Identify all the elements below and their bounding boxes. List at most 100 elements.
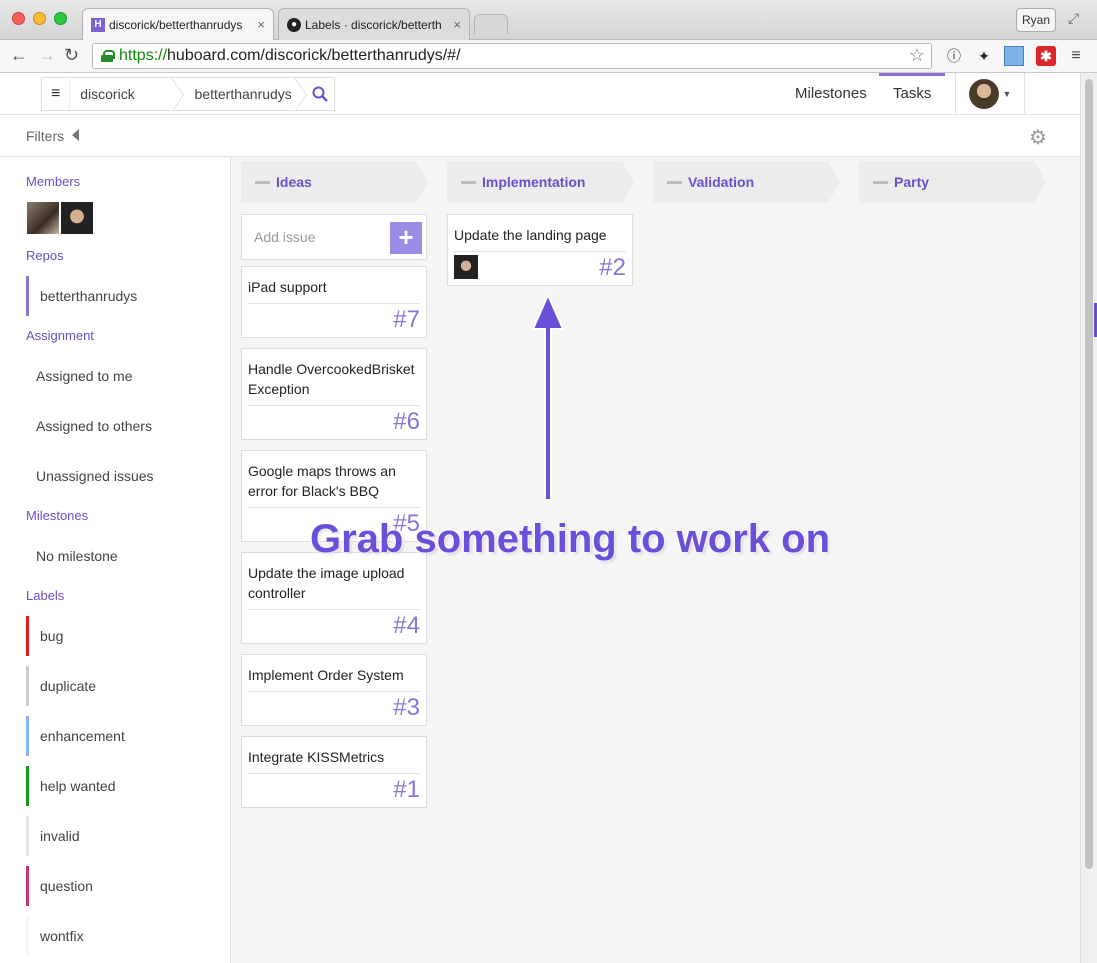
member-avatar[interactable] <box>61 202 93 234</box>
issue-number: #2 <box>599 254 626 281</box>
column-header-party[interactable]: Party <box>859 161 1046 203</box>
collapse-column-icon[interactable] <box>873 181 888 184</box>
lock-icon <box>101 50 115 62</box>
info-extension-icon[interactable]: ⓘ <box>944 46 964 66</box>
bookmark-star-icon[interactable]: ☆ <box>909 45 925 66</box>
column-header-ideas[interactable]: Ideas <box>241 161 428 203</box>
breadcrumb-owner[interactable]: discorick <box>70 78 182 110</box>
column-header-implementation[interactable]: Implementation <box>447 161 634 203</box>
caret-left-icon[interactable] <box>72 129 79 141</box>
hamburger-menu-icon[interactable]: ≡ <box>42 78 71 110</box>
card-divider <box>248 507 420 508</box>
filters-sidebar: Members Repos betterthanrudys Assignment… <box>0 157 231 963</box>
milestones-link[interactable]: Milestones <box>795 85 867 102</box>
label-filter-wontfix[interactable]: wontfix <box>26 916 226 956</box>
annotation-caption: Grab something to work on <box>310 517 831 561</box>
column-header-validation[interactable]: Validation <box>653 161 840 203</box>
scrollbar-thumb[interactable] <box>1085 79 1093 869</box>
url-path: huboard.com/discorick/betterthanrudys/#/ <box>167 47 461 64</box>
unassigned-issues-filter[interactable]: Unassigned issues <box>26 456 226 496</box>
reload-icon[interactable]: ↻ <box>64 45 79 66</box>
issue-card[interactable]: Implement Order System #3 <box>241 654 427 726</box>
annotation-arrow-icon <box>531 295 565 500</box>
issue-number: #4 <box>393 612 420 639</box>
column-title: Ideas <box>276 174 312 190</box>
label-filter-help-wanted[interactable]: help wanted <box>26 766 226 806</box>
fullscreen-icon[interactable]: ⤢ <box>1068 10 1079 27</box>
issue-number: #7 <box>393 306 420 333</box>
issue-title: Google maps throws an error for Black's … <box>248 463 396 499</box>
label-filter-duplicate[interactable]: duplicate <box>26 666 226 706</box>
gear-icon[interactable]: ⚙ <box>1029 125 1047 150</box>
search-icon[interactable] <box>306 78 334 110</box>
tasks-active-indicator <box>879 73 945 76</box>
filter-bar: Filters ⚙ <box>0 115 1080 157</box>
card-divider <box>248 405 420 406</box>
tab-huboard[interactable]: H discorick/betterthanrudys × <box>82 8 274 40</box>
column-title: Validation <box>688 174 755 190</box>
add-issue-button[interactable]: + <box>390 222 422 254</box>
avatar <box>968 79 999 109</box>
assigned-to-me-filter[interactable]: Assigned to me <box>26 356 226 396</box>
user-menu[interactable]: ▼ <box>955 73 1025 115</box>
profile-button[interactable]: Ryan <box>1016 8 1056 32</box>
chrome-menu-icon[interactable]: ≡ <box>1066 46 1086 66</box>
browser-titlebar: H discorick/betterthanrudys × ● Labels ·… <box>0 0 1097 40</box>
column-title: Party <box>894 174 930 190</box>
column-title: Implementation <box>482 174 586 190</box>
collapse-column-icon[interactable] <box>667 181 682 184</box>
issue-number: #6 <box>393 408 420 435</box>
forward-icon[interactable]: → <box>38 45 56 66</box>
issue-number: #3 <box>393 694 420 721</box>
browser-toolbar: ← → ↻ https:// huboard.com/discorick/bet… <box>0 40 1097 73</box>
close-tab-icon[interactable]: × <box>257 17 265 32</box>
card-divider <box>248 691 420 692</box>
members-heading: Members <box>26 174 81 189</box>
assigned-to-others-filter[interactable]: Assigned to others <box>26 406 226 446</box>
issue-card[interactable]: Update the image upload controller #4 <box>241 552 427 644</box>
filters-toggle[interactable]: Filters <box>26 128 64 144</box>
assignment-heading: Assignment <box>26 328 94 343</box>
breadcrumb-repo[interactable]: betterthanrudys <box>183 78 306 110</box>
tab-title: discorick/betterthanrudys <box>109 17 243 32</box>
close-window-icon[interactable] <box>12 12 25 25</box>
label-filter-enhancement[interactable]: enhancement <box>26 716 226 756</box>
tab-github-labels[interactable]: ● Labels · discorick/betterth × <box>278 8 470 40</box>
issue-card[interactable]: iPad support #7 <box>241 266 427 338</box>
label-filter-question[interactable]: question <box>26 866 226 906</box>
milestones-heading: Milestones <box>26 508 89 523</box>
repo-filter-item[interactable]: betterthanrudys <box>26 276 226 316</box>
collapse-column-icon[interactable] <box>255 181 270 184</box>
pin-extension-icon[interactable]: ✦ <box>974 46 994 66</box>
add-issue-input[interactable]: Add issue <box>254 229 315 245</box>
issue-card[interactable]: Integrate KISSMetrics #1 <box>241 736 427 808</box>
zoom-window-icon[interactable] <box>54 12 67 25</box>
address-bar[interactable]: https:// huboard.com/discorick/bettertha… <box>92 43 932 69</box>
page-scrollbar[interactable] <box>1080 73 1097 963</box>
issue-title: Update the image upload controller <box>248 565 405 601</box>
issue-title: Integrate KISSMetrics <box>248 749 385 765</box>
minimize-window-icon[interactable] <box>33 12 46 25</box>
issue-number: #1 <box>393 776 420 803</box>
tasks-link[interactable]: Tasks <box>893 85 931 102</box>
huboard-favicon-icon: H <box>91 17 105 32</box>
no-milestone-filter[interactable]: No milestone <box>26 536 226 576</box>
issue-title: Handle OvercookedBrisket Exception <box>248 361 415 397</box>
issue-title: iPad support <box>248 279 327 295</box>
issue-card[interactable]: Update the landing page #2 <box>447 214 633 286</box>
close-tab-icon[interactable]: × <box>453 17 461 32</box>
repos-heading: Repos <box>26 248 64 263</box>
collapse-column-icon[interactable] <box>461 181 476 184</box>
new-extension-icon[interactable] <box>1004 46 1024 66</box>
lastpass-extension-icon[interactable]: ✱ <box>1036 46 1056 66</box>
member-avatar[interactable] <box>27 202 59 234</box>
issue-title: Implement Order System <box>248 667 404 683</box>
url-scheme: https:// <box>119 47 168 64</box>
labels-heading: Labels <box>26 588 65 603</box>
assignee-avatar <box>454 255 478 279</box>
back-icon[interactable]: ← <box>10 45 28 66</box>
new-tab-button[interactable] <box>474 14 508 34</box>
label-filter-bug[interactable]: bug <box>26 616 226 656</box>
issue-card[interactable]: Handle OvercookedBrisket Exception #6 <box>241 348 427 440</box>
label-filter-invalid[interactable]: invalid <box>26 816 226 856</box>
